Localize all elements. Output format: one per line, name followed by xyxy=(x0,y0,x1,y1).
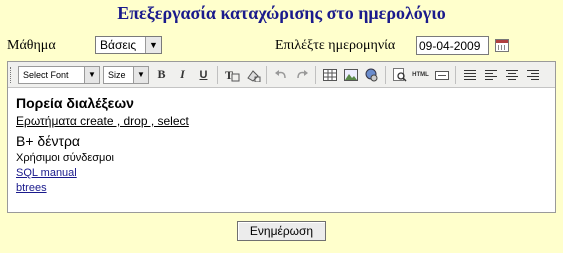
chevron-down-icon[interactable]: ▼ xyxy=(84,66,99,83)
subject-select-value: Βάσεις xyxy=(100,38,137,52)
align-left-icon[interactable] xyxy=(481,66,500,84)
bold-button[interactable]: B xyxy=(152,66,171,84)
redo-icon[interactable] xyxy=(292,66,311,84)
toolbar-separator xyxy=(385,65,386,84)
size-select[interactable]: Size ▼ xyxy=(103,65,149,84)
search-icon[interactable] xyxy=(390,66,409,84)
toolbar-separator xyxy=(217,65,218,84)
date-input[interactable] xyxy=(416,36,489,55)
font-select-label: Select Font xyxy=(23,69,69,80)
link-btrees[interactable]: btrees xyxy=(16,181,547,196)
editor-toolbar: Select Font ▼ Size ▼ B I U T HTML xyxy=(8,62,555,88)
table-icon[interactable] xyxy=(320,66,339,84)
content-queries: Ερωτήματα create , drop , select xyxy=(16,114,189,128)
font-select[interactable]: Select Font ▼ xyxy=(18,65,100,84)
toolbar-separator xyxy=(315,65,316,84)
undo-icon[interactable] xyxy=(271,66,290,84)
background-color-icon[interactable] xyxy=(243,66,262,84)
align-justify-icon[interactable] xyxy=(460,66,479,84)
align-center-icon[interactable] xyxy=(502,66,521,84)
align-right-icon[interactable] xyxy=(523,66,542,84)
toolbar-separator xyxy=(455,65,456,84)
page-title: Επεξεργασία καταχώρισης στο ημερολόγιο xyxy=(117,3,446,23)
subject-label: Μάθημα xyxy=(7,38,56,53)
content-btree: B+ δέντρα xyxy=(16,133,81,149)
html-source-button[interactable]: HTML xyxy=(411,66,430,84)
editor-content[interactable]: Πορεία διαλέξεων Ερωτήματα create , drop… xyxy=(8,88,555,202)
rich-text-editor[interactable]: Select Font ▼ Size ▼ B I U T HTML Πορεία… xyxy=(7,61,556,213)
size-select-label: Size xyxy=(108,69,126,80)
toolbar-separator xyxy=(266,65,267,84)
link-sql-manual[interactable]: SQL manual xyxy=(16,166,547,181)
image-icon[interactable] xyxy=(341,66,360,84)
text-color-icon[interactable]: T xyxy=(222,66,241,84)
link-icon[interactable] xyxy=(362,66,381,84)
content-links-label: Χρήσιμοι σύνδεσμοι xyxy=(16,152,114,164)
date-label: Επιλέξτε ημερομηνία xyxy=(275,38,396,53)
subject-select[interactable]: Βάσεις ▼ xyxy=(95,36,162,54)
chevron-down-icon[interactable]: ▼ xyxy=(133,66,148,83)
calendar-icon[interactable] xyxy=(495,39,509,52)
chevron-down-icon[interactable]: ▼ xyxy=(145,37,161,53)
update-button[interactable]: Ενημέρωση xyxy=(237,221,326,241)
italic-button[interactable]: I xyxy=(173,66,192,84)
form-field-icon[interactable] xyxy=(432,66,451,84)
underline-button[interactable]: U xyxy=(194,66,213,84)
toolbar-grip[interactable] xyxy=(10,66,14,83)
content-heading: Πορεία διαλέξεων xyxy=(16,95,134,111)
